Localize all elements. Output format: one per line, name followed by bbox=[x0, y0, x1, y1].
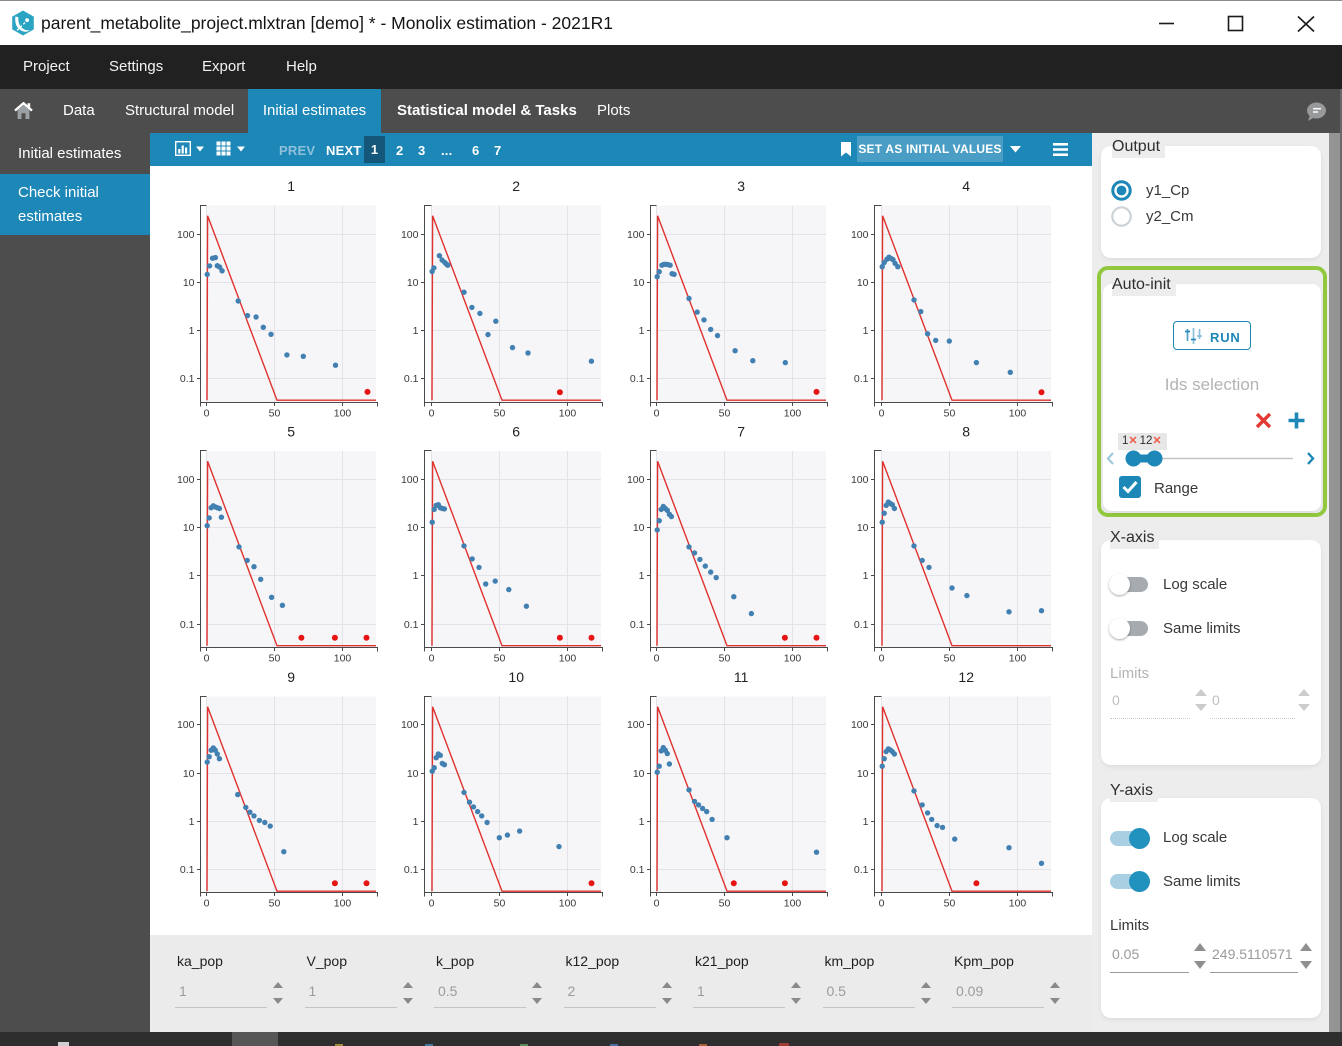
svg-text:100: 100 bbox=[559, 898, 577, 910]
svg-text:50: 50 bbox=[719, 653, 731, 665]
svg-text:10: 10 bbox=[407, 277, 419, 289]
svg-text:0.1: 0.1 bbox=[404, 619, 419, 631]
svg-text:10: 10 bbox=[407, 522, 419, 534]
svg-text:100: 100 bbox=[401, 474, 419, 486]
svg-text:100: 100 bbox=[401, 719, 419, 731]
svg-text:1: 1 bbox=[863, 816, 869, 828]
svg-text:10: 10 bbox=[857, 522, 869, 534]
svg-text:100: 100 bbox=[627, 229, 645, 241]
svg-text:1: 1 bbox=[189, 570, 195, 582]
svg-text:0: 0 bbox=[204, 898, 210, 910]
svg-text:0.1: 0.1 bbox=[404, 864, 419, 876]
svg-text:100: 100 bbox=[784, 408, 802, 420]
svg-text:100: 100 bbox=[401, 229, 419, 241]
svg-text:100: 100 bbox=[784, 898, 802, 910]
svg-text:10: 10 bbox=[508, 669, 524, 685]
svg-text:100: 100 bbox=[334, 408, 352, 420]
svg-text:7: 7 bbox=[737, 424, 745, 440]
svg-text:50: 50 bbox=[494, 408, 506, 420]
svg-text:1: 1 bbox=[639, 325, 645, 337]
svg-text:0: 0 bbox=[879, 898, 885, 910]
svg-text:50: 50 bbox=[719, 408, 731, 420]
svg-text:10: 10 bbox=[857, 277, 869, 289]
svg-text:100: 100 bbox=[1009, 653, 1027, 665]
svg-text:1: 1 bbox=[863, 325, 869, 337]
svg-text:100: 100 bbox=[851, 719, 869, 731]
svg-text:100: 100 bbox=[177, 474, 195, 486]
svg-text:10: 10 bbox=[183, 277, 195, 289]
svg-text:1: 1 bbox=[287, 178, 295, 194]
svg-text:100: 100 bbox=[334, 653, 352, 665]
svg-text:10: 10 bbox=[633, 277, 645, 289]
svg-text:0.1: 0.1 bbox=[404, 373, 419, 385]
svg-text:100: 100 bbox=[1009, 408, 1027, 420]
svg-text:3: 3 bbox=[737, 178, 745, 194]
svg-text:0.1: 0.1 bbox=[630, 619, 645, 631]
svg-text:10: 10 bbox=[183, 768, 195, 780]
svg-text:100: 100 bbox=[627, 719, 645, 731]
svg-text:6: 6 bbox=[512, 424, 520, 440]
svg-text:50: 50 bbox=[269, 408, 281, 420]
svg-text:1: 1 bbox=[413, 570, 419, 582]
svg-text:0: 0 bbox=[879, 408, 885, 420]
svg-text:2: 2 bbox=[512, 178, 520, 194]
svg-text:100: 100 bbox=[784, 653, 802, 665]
svg-text:100: 100 bbox=[559, 408, 577, 420]
svg-text:50: 50 bbox=[944, 898, 956, 910]
svg-text:100: 100 bbox=[559, 653, 577, 665]
svg-text:0: 0 bbox=[654, 408, 660, 420]
svg-text:100: 100 bbox=[851, 229, 869, 241]
svg-text:1: 1 bbox=[189, 816, 195, 828]
svg-text:0.1: 0.1 bbox=[630, 373, 645, 385]
svg-text:50: 50 bbox=[944, 653, 956, 665]
svg-text:5: 5 bbox=[287, 424, 295, 440]
svg-text:10: 10 bbox=[633, 522, 645, 534]
svg-text:1: 1 bbox=[863, 570, 869, 582]
svg-text:10: 10 bbox=[183, 522, 195, 534]
svg-text:100: 100 bbox=[177, 229, 195, 241]
svg-text:10: 10 bbox=[633, 768, 645, 780]
svg-text:100: 100 bbox=[177, 719, 195, 731]
svg-text:100: 100 bbox=[334, 898, 352, 910]
svg-text:0: 0 bbox=[429, 653, 435, 665]
svg-text:0: 0 bbox=[654, 653, 660, 665]
svg-text:50: 50 bbox=[719, 898, 731, 910]
svg-text:0.1: 0.1 bbox=[854, 373, 869, 385]
svg-text:0.1: 0.1 bbox=[180, 619, 195, 631]
svg-text:50: 50 bbox=[269, 898, 281, 910]
svg-text:0.1: 0.1 bbox=[854, 864, 869, 876]
svg-text:0.1: 0.1 bbox=[630, 864, 645, 876]
svg-text:4: 4 bbox=[962, 178, 970, 194]
svg-text:0.1: 0.1 bbox=[854, 619, 869, 631]
svg-text:1: 1 bbox=[413, 325, 419, 337]
svg-text:1: 1 bbox=[639, 816, 645, 828]
svg-text:100: 100 bbox=[851, 474, 869, 486]
svg-text:10: 10 bbox=[857, 768, 869, 780]
svg-text:10: 10 bbox=[407, 768, 419, 780]
svg-text:9: 9 bbox=[287, 669, 295, 685]
svg-text:0: 0 bbox=[429, 408, 435, 420]
svg-text:12: 12 bbox=[958, 669, 974, 685]
svg-text:100: 100 bbox=[627, 474, 645, 486]
svg-text:50: 50 bbox=[944, 408, 956, 420]
svg-text:0: 0 bbox=[204, 653, 210, 665]
svg-text:0: 0 bbox=[429, 898, 435, 910]
svg-text:1: 1 bbox=[413, 816, 419, 828]
svg-text:50: 50 bbox=[269, 653, 281, 665]
svg-text:0.1: 0.1 bbox=[180, 864, 195, 876]
svg-text:1: 1 bbox=[639, 570, 645, 582]
svg-text:100: 100 bbox=[1009, 898, 1027, 910]
svg-text:11: 11 bbox=[734, 669, 749, 685]
svg-text:0: 0 bbox=[654, 898, 660, 910]
svg-text:0: 0 bbox=[204, 408, 210, 420]
svg-text:1: 1 bbox=[189, 325, 195, 337]
svg-text:0.1: 0.1 bbox=[180, 373, 195, 385]
svg-text:50: 50 bbox=[494, 653, 506, 665]
svg-text:50: 50 bbox=[494, 898, 506, 910]
svg-text:0: 0 bbox=[879, 653, 885, 665]
svg-text:8: 8 bbox=[962, 424, 970, 440]
